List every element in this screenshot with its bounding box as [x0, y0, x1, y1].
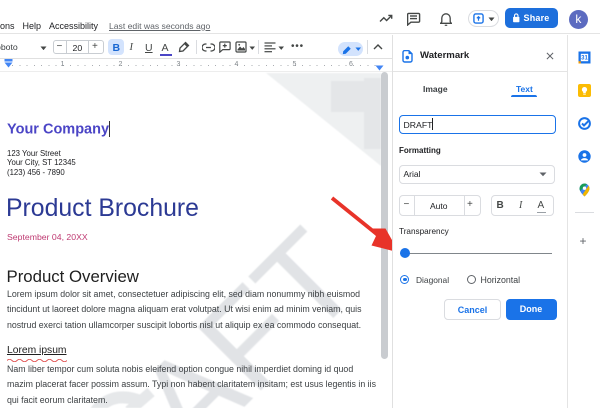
svg-text:31: 31	[581, 55, 588, 61]
